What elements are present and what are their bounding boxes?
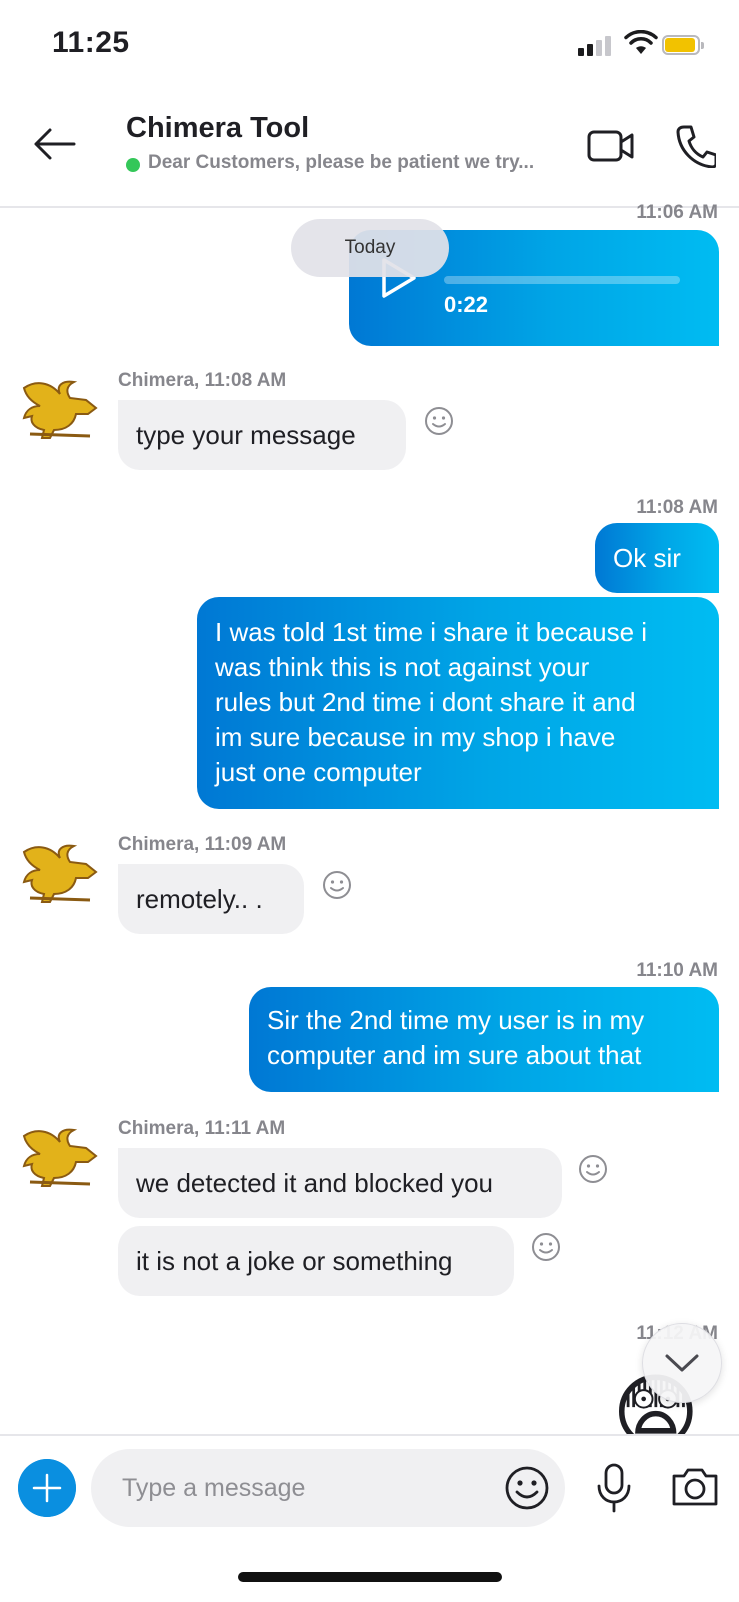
chat-subtitle: Dear Customers, please be patient we try… <box>148 152 535 173</box>
smiley-icon[interactable] <box>578 1154 608 1184</box>
incoming-message[interactable]: remotely.. . <box>118 864 304 934</box>
phone-icon[interactable] <box>676 124 716 168</box>
message-line: computer and im sure about that <box>267 1040 642 1070</box>
voice-duration: 0:22 <box>444 292 489 317</box>
sender-meta: Chimera, 11:11 AM <box>118 1118 286 1139</box>
outgoing-message[interactable]: Sir the 2nd time my user is in my comput… <box>249 987 719 1092</box>
video-camera-icon[interactable] <box>587 128 635 164</box>
signal-icon <box>578 34 614 56</box>
timestamp: 11:10 AM <box>636 960 718 981</box>
message-line: im sure because in my shop i have <box>215 722 616 752</box>
avatar[interactable] <box>20 1126 100 1192</box>
timestamp: 11:08 AM <box>636 497 718 518</box>
avatar[interactable] <box>20 378 100 444</box>
outgoing-message[interactable]: I was told 1st time i share it because i… <box>197 597 719 809</box>
incoming-message[interactable]: type your message <box>118 400 406 470</box>
chat-title[interactable]: Chimera Tool <box>126 112 309 145</box>
message-line: I was told 1st time i share it because i <box>215 617 648 647</box>
message-input[interactable] <box>122 1466 482 1510</box>
smiley-icon[interactable] <box>322 870 352 900</box>
avatar[interactable] <box>20 842 100 908</box>
outgoing-message[interactable]: Ok sir <box>595 523 719 593</box>
microphone-icon[interactable] <box>594 1462 634 1514</box>
presence-dot <box>126 158 140 172</box>
chevron-down-icon[interactable] <box>642 1323 722 1403</box>
home-indicator <box>238 1572 502 1582</box>
back-arrow-icon[interactable] <box>30 124 80 164</box>
sender-meta: Chimera, 11:08 AM <box>118 370 287 391</box>
emoji-icon[interactable] <box>504 1465 550 1511</box>
message-line: was think this is not against your <box>215 652 590 682</box>
timestamp: 11:06 AM <box>636 202 718 223</box>
message-line: just one computer <box>215 757 422 787</box>
camera-icon[interactable] <box>670 1466 720 1508</box>
smiley-icon[interactable] <box>424 406 454 436</box>
incoming-message[interactable]: we detected it and blocked you <box>118 1148 562 1218</box>
message-line: Sir the 2nd time my user is in my <box>267 1005 645 1035</box>
wifi-icon <box>624 30 658 54</box>
message-line: rules but 2nd time i dont share it and <box>215 687 636 717</box>
incoming-message[interactable]: it is not a joke or something <box>118 1226 514 1296</box>
smiley-icon[interactable] <box>531 1232 561 1262</box>
voice-progress-track[interactable] <box>444 276 680 284</box>
date-separator: Today <box>291 219 449 277</box>
battery-icon <box>662 35 706 57</box>
sender-meta: Chimera, 11:09 AM <box>118 834 287 855</box>
status-time: 11:25 <box>52 26 130 59</box>
plus-icon[interactable] <box>18 1459 76 1517</box>
